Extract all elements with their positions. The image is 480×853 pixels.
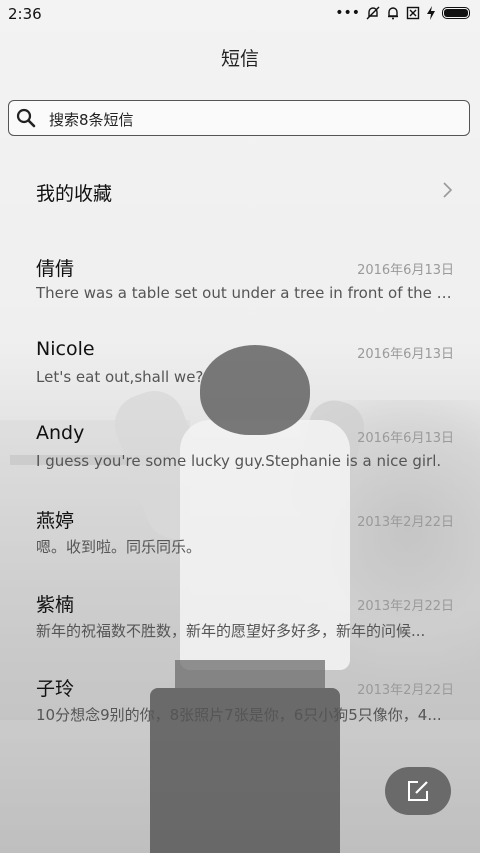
message-preview: 10分想念9别的你，8张照片7张是你，6只小狗5只像你，4... <box>36 706 442 724</box>
contact-name: 子玲 <box>36 678 75 700</box>
status-bar: 2:36 ••• <box>0 0 480 28</box>
conversation-item[interactable]: 子玲 2013年2月22日 10分想念9别的你，8张照片7张是你，6只小狗5只像… <box>36 674 454 734</box>
message-date: 2016年6月13日 <box>357 431 454 446</box>
conversation-item[interactable]: 燕婷 2013年2月22日 嗯。收到啦。同乐同乐。 <box>36 506 454 566</box>
search-placeholder: 搜索8条短信 <box>49 111 134 129</box>
message-preview: There was a table set out under a tree i… <box>36 284 454 302</box>
charging-icon <box>427 6 435 20</box>
favorites-label: 我的收藏 <box>36 183 113 205</box>
contact-name: Andy <box>36 422 85 444</box>
alarm-icon <box>388 7 398 20</box>
contact-name: 燕婷 <box>36 510 75 532</box>
compose-button[interactable] <box>385 767 451 815</box>
conversation-item[interactable]: 倩倩 2016年6月13日 There was a table set out … <box>36 254 454 314</box>
page-title: 短信 <box>220 48 259 70</box>
chevron-right-icon <box>443 182 453 198</box>
conversation-item[interactable]: Nicole 2016年6月13日 Let's eat out,shall we… <box>36 338 454 398</box>
conversation-item[interactable]: 紫楠 2013年2月22日 新年的祝福数不胜数，新年的愿望好多好多，新年的问候.… <box>36 590 454 650</box>
message-date: 2016年6月13日 <box>357 263 454 278</box>
battery-icon <box>442 7 470 19</box>
contact-name: Nicole <box>36 338 95 360</box>
message-date: 2013年2月22日 <box>357 599 454 614</box>
bell-off-icon <box>366 6 380 20</box>
status-time: 2:36 <box>8 5 42 23</box>
search-bar[interactable]: 搜索8条短信 <box>8 100 470 136</box>
message-date: 2016年6月13日 <box>357 347 454 362</box>
sim-disabled-icon <box>406 6 420 20</box>
message-preview: 嗯。收到啦。同乐同乐。 <box>36 538 202 556</box>
message-preview: I guess you're some lucky guy.Stephanie … <box>36 452 442 470</box>
message-preview: Let's eat out,shall we? <box>36 368 204 386</box>
contact-name: 倩倩 <box>36 258 75 280</box>
favorites-row[interactable]: 我的收藏 <box>36 179 456 205</box>
compose-icon <box>408 781 428 801</box>
message-date: 2013年2月22日 <box>357 515 454 530</box>
more-dots-icon: ••• <box>335 5 360 21</box>
message-preview: 新年的祝福数不胜数，新年的愿望好多好多，新年的问候... <box>36 622 426 640</box>
conversation-item[interactable]: Andy 2016年6月13日 I guess you're some luck… <box>36 422 454 482</box>
message-date: 2013年2月22日 <box>357 683 454 698</box>
contact-name: 紫楠 <box>36 594 75 616</box>
search-icon <box>16 108 36 128</box>
